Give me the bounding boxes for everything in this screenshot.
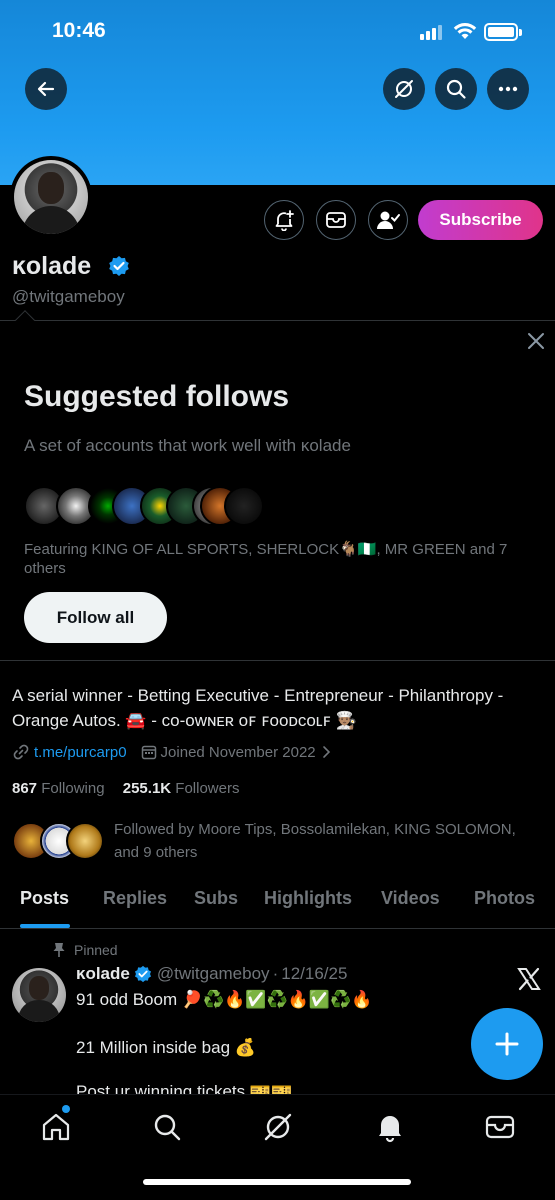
bell-plus-icon	[275, 210, 294, 231]
home-icon[interactable]	[40, 1111, 72, 1143]
more-button[interactable]	[487, 68, 529, 110]
tab-videos[interactable]: Videos	[381, 888, 440, 909]
suggested-title: Suggested follows	[24, 380, 290, 413]
message-button[interactable]	[316, 200, 356, 240]
post-text-line: Post ur winning tickets 🎫🎫	[76, 1082, 293, 1094]
divider	[0, 660, 555, 661]
envelope-icon	[326, 212, 346, 228]
suggested-subtitle: A set of accounts that work well with ĸo…	[24, 436, 351, 455]
pinned-indicator: Pinned	[52, 942, 118, 958]
tab-highlights[interactable]: Highlights	[264, 888, 352, 909]
tab-subs[interactable]: Subs	[194, 888, 238, 909]
search-icon[interactable]	[151, 1111, 183, 1143]
grok-icon	[395, 80, 413, 98]
divider	[0, 320, 555, 321]
following-button[interactable]	[368, 200, 408, 240]
follow-counts: 867 Following 255.1K Followers	[12, 780, 239, 797]
verified-badge-icon	[134, 965, 151, 983]
post-text-line: 91 odd Boom 🏓♻️🔥✅♻️🔥✅♻️🔥	[76, 990, 373, 1009]
pin-icon	[53, 943, 65, 957]
profile-bio: A serial winner - Betting Executive - En…	[12, 686, 504, 730]
plus-icon	[495, 1032, 519, 1056]
home-indicator	[143, 1179, 411, 1185]
link-icon	[13, 744, 29, 760]
more-icon	[498, 86, 518, 92]
grok-button[interactable]	[383, 68, 425, 110]
search-button[interactable]	[435, 68, 477, 110]
tab-photos[interactable]: Photos	[474, 888, 535, 909]
search-icon	[446, 79, 466, 99]
battery-icon	[484, 23, 522, 41]
joined-date: Joined November 2022	[160, 743, 316, 761]
profile-handle: @twitgameboy	[12, 287, 125, 306]
profile-link[interactable]: t.me/purcarp0	[34, 744, 127, 761]
followed-by-text[interactable]: Followed by Moore Tips, Bossolamilekan, …	[114, 818, 544, 864]
tab-posts[interactable]: Posts	[20, 888, 69, 909]
suggested-avatar	[224, 486, 264, 526]
profile-avatar[interactable]	[10, 156, 92, 238]
subscribe-button[interactable]: Subscribe	[418, 200, 543, 240]
bell-icon[interactable]	[374, 1111, 406, 1143]
post-text-line: 21 Million inside bag 💰	[76, 1038, 256, 1057]
post-author-name[interactable]: ĸolade	[76, 964, 130, 984]
follow-all-button[interactable]: Follow all	[24, 592, 167, 643]
close-icon[interactable]	[526, 331, 546, 351]
display-name: ĸolade	[12, 252, 92, 280]
post-date: 12/16/25	[281, 964, 348, 983]
cellular-signal-icon	[420, 24, 444, 40]
envelope-icon[interactable]	[484, 1111, 516, 1143]
person-check-icon	[377, 211, 400, 229]
tab-replies[interactable]: Replies	[103, 888, 167, 909]
post-header: ĸolade @twitgameboy · 12/16/25	[76, 964, 348, 984]
wifi-icon	[453, 23, 477, 39]
back-arrow-icon	[37, 81, 55, 97]
status-time: 10:46	[52, 19, 106, 42]
calendar-icon	[141, 745, 156, 760]
notification-dot	[62, 1105, 70, 1113]
featuring-text: Featuring KING OF ALL SPORTS, SHERLOCK🐐🇳…	[24, 541, 508, 577]
compose-button[interactable]	[471, 1008, 543, 1080]
chevron-right-icon[interactable]	[322, 745, 332, 759]
follower-avatar	[66, 822, 104, 860]
post-author-handle: @twitgameboy	[156, 964, 270, 983]
profile-tabs: Posts Replies Subs Highlights Videos Pho…	[0, 880, 555, 928]
verified-badge-icon[interactable]	[108, 255, 130, 277]
followers-link[interactable]: 255.1K Followers	[123, 780, 240, 797]
post-author-avatar[interactable]	[12, 968, 66, 1022]
back-button[interactable]	[25, 68, 67, 110]
notify-button[interactable]	[264, 200, 304, 240]
following-link[interactable]: 867 Following	[12, 780, 105, 797]
profile-meta: t.me/purcarp0 Joined November 2022	[12, 742, 332, 762]
x-logo-icon	[517, 967, 541, 991]
status-bar: 10:46	[0, 0, 555, 60]
grok-icon[interactable]	[262, 1111, 294, 1143]
divider	[0, 928, 555, 929]
suggestion-pointer	[15, 310, 35, 330]
